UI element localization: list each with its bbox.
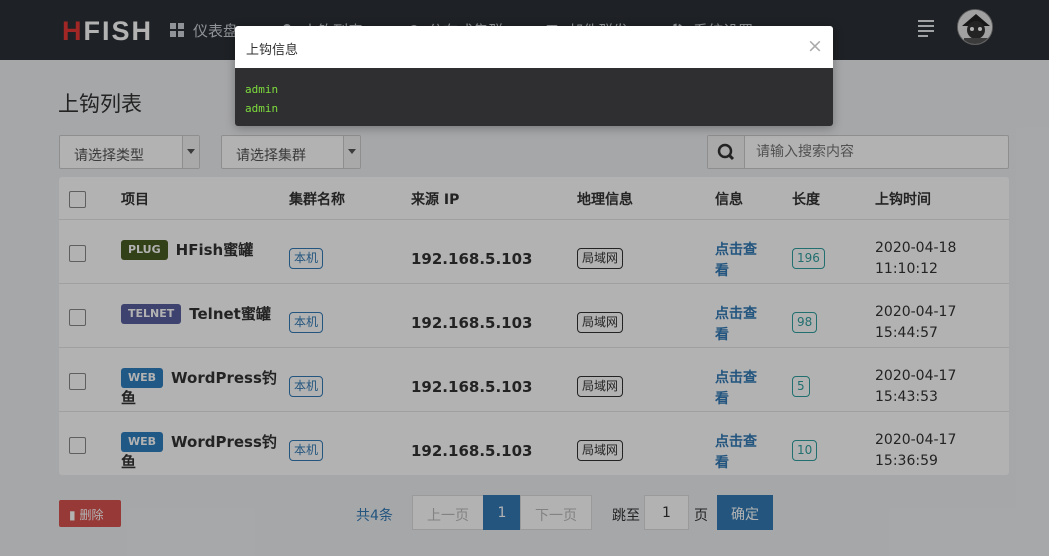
hook-info-modal: 上钩信息 × admin admin: [235, 26, 833, 126]
close-icon[interactable]: ×: [807, 37, 823, 56]
console-line: admin: [245, 83, 279, 96]
console-line: admin: [245, 102, 279, 115]
modal-title: 上钩信息: [246, 43, 299, 58]
modal-console: admin admin: [235, 68, 833, 126]
modal-header: 上钩信息 ×: [235, 26, 833, 68]
